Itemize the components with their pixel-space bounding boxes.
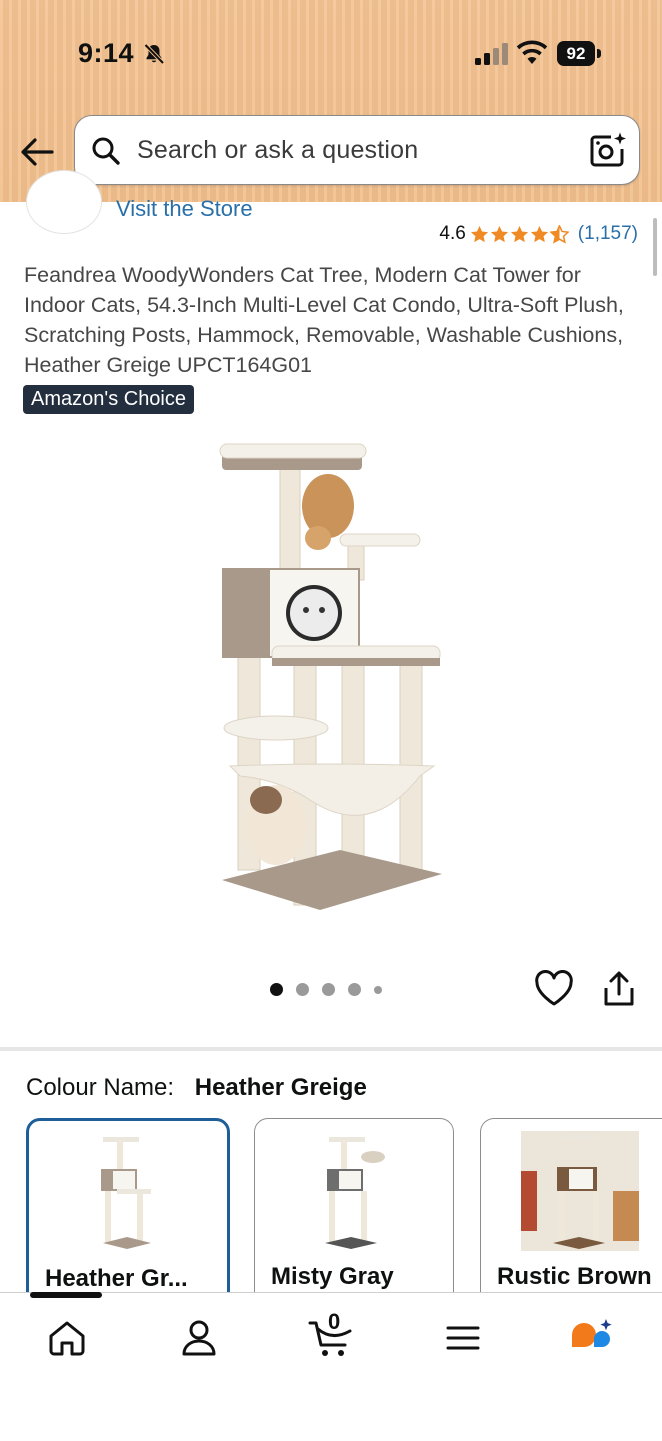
battery-icon: 92 [557, 41, 601, 66]
rating-row[interactable]: 4.6 (1,157) [439, 222, 638, 246]
search-input[interactable]: Search or ask a question [74, 115, 640, 185]
section-divider [0, 1047, 662, 1051]
colour-option-label: Misty Gray [271, 1263, 394, 1290]
product-image[interactable] [200, 430, 460, 930]
signal-icon [475, 43, 508, 65]
colour-option-label: Heather Gr... [45, 1265, 188, 1292]
arrow-left-icon[interactable] [18, 134, 56, 170]
product-title: Feandrea WoodyWonders Cat Tree, Modern C… [24, 263, 624, 377]
menu-icon[interactable] [442, 1317, 484, 1359]
bottom-navigation: 0 [0, 1292, 662, 1441]
cart-count: 0 [328, 1309, 341, 1334]
cart-button[interactable]: 0 [308, 1309, 356, 1359]
star-icon [510, 225, 528, 242]
rating-count: (1,157) [577, 223, 638, 244]
app-header: 9:14 92 Search or ask a question [0, 0, 662, 202]
colour-option-misty-gray[interactable]: Misty Gray [254, 1118, 454, 1310]
carousel-dot[interactable] [322, 983, 335, 996]
carousel-dot[interactable] [348, 983, 361, 996]
swatch-thumbnail [101, 1137, 151, 1249]
colour-option-heather-greige[interactable]: Heather Gr... [26, 1118, 230, 1314]
search-placeholder: Search or ask a question [137, 136, 419, 164]
image-carousel-indicator[interactable] [270, 983, 395, 996]
rufus-assistant-icon[interactable] [568, 1317, 616, 1359]
carousel-dot[interactable] [374, 985, 382, 994]
wifi-icon [516, 40, 548, 64]
visit-store-link[interactable]: Visit the Store [116, 196, 253, 222]
carousel-dot[interactable] [270, 983, 283, 996]
scrollbar[interactable] [653, 218, 657, 276]
carousel-dot[interactable] [296, 983, 309, 996]
swatch-thumbnail [521, 1131, 639, 1251]
star-icon [470, 225, 488, 242]
bell-slash-icon [144, 43, 165, 65]
colour-option-label: Rustic Brown [497, 1263, 652, 1290]
share-icon[interactable] [602, 970, 636, 1008]
half-star-icon [549, 224, 569, 244]
home-icon[interactable] [46, 1317, 88, 1359]
star-rating [470, 224, 570, 244]
magnifier-icon [92, 137, 120, 165]
battery-level: 92 [557, 41, 595, 66]
colour-selected-value: Heather Greige [194, 1074, 367, 1101]
colour-label: Colour Name: [26, 1074, 175, 1101]
store-logo[interactable] [26, 170, 102, 234]
heart-icon[interactable] [534, 970, 574, 1008]
colour-option-rustic-brown[interactable]: Rustic Brown [480, 1118, 662, 1310]
camera-sparkle-icon[interactable] [589, 131, 627, 169]
account-icon[interactable] [178, 1317, 220, 1359]
status-time: 9:14 [78, 38, 135, 68]
amazons-choice-badge: Amazon's Choice [23, 385, 194, 414]
star-icon [490, 225, 508, 242]
star-icon [530, 225, 548, 242]
selected-swatch-indicator [30, 1292, 102, 1298]
swatch-thumbnail [325, 1137, 385, 1249]
colour-heading: Colour Name: Heather Greige [26, 1074, 367, 1102]
rating-value: 4.6 [439, 223, 466, 244]
